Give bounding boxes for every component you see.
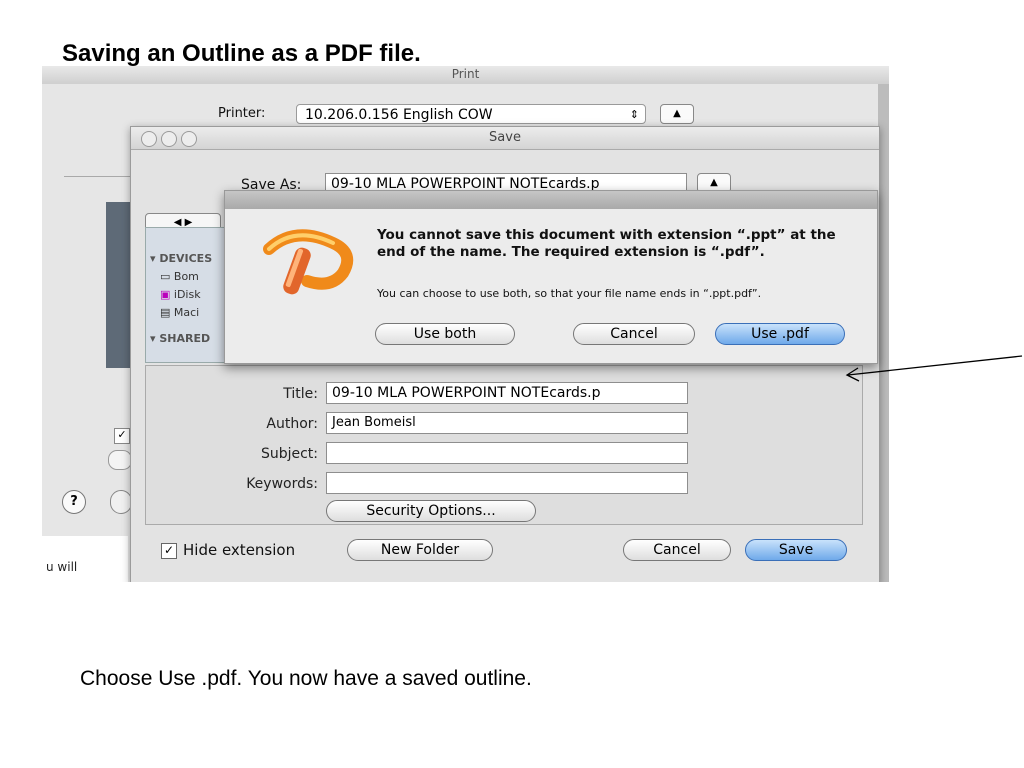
preview-edge xyxy=(106,202,130,368)
print-dialog-title: Print xyxy=(42,66,889,84)
pdf-menu-button[interactable] xyxy=(110,490,132,514)
use-both-button[interactable]: Use both xyxy=(375,323,515,345)
author-label: Author: xyxy=(266,416,318,432)
slide-title: Saving an Outline as a PDF file. xyxy=(62,40,421,67)
document-edge xyxy=(42,536,128,582)
printer-value: 10.206.0.156 English COW xyxy=(305,107,493,123)
updown-icon: ⇕ xyxy=(629,108,639,121)
subject-label: Subject: xyxy=(260,446,318,462)
title-label: Title: xyxy=(283,386,318,402)
save-dialog-title: Save xyxy=(131,127,879,150)
printer-expand-button[interactable]: ▲ xyxy=(660,104,694,124)
save-button[interactable]: Save xyxy=(745,539,847,561)
sidebar-item-idisk[interactable]: ▣ iDisk xyxy=(160,288,201,301)
print-checkbox[interactable]: ✓ xyxy=(114,428,130,444)
document-text: u will xyxy=(46,560,78,574)
laptop-icon: ▭ xyxy=(160,270,171,283)
sidebar-devices-header: ▾ DEVICES xyxy=(150,252,213,265)
sidebar-shared-header: ▾ SHARED xyxy=(150,332,211,345)
new-folder-button[interactable]: New Folder xyxy=(347,539,493,561)
print-option-button[interactable] xyxy=(108,450,132,470)
minimize-window-button[interactable] xyxy=(161,131,177,147)
use-pdf-button[interactable]: Use .pdf xyxy=(715,323,845,345)
hard-disk-icon: ▤ xyxy=(160,306,171,319)
zoom-window-button[interactable] xyxy=(181,131,197,147)
subject-field[interactable] xyxy=(326,442,688,464)
keywords-field[interactable] xyxy=(326,472,688,494)
extension-alert: You cannot save this document with exten… xyxy=(224,190,878,364)
hide-extension-label: Hide extension xyxy=(183,541,296,559)
title-field[interactable]: 09-10 MLA POWERPOINT NOTEcards.p xyxy=(326,382,688,404)
help-button[interactable]: ? xyxy=(62,490,86,514)
author-field[interactable]: Jean Bomeisl xyxy=(326,412,688,434)
sidebar-item-disk[interactable]: ▤ Maci xyxy=(160,306,199,319)
screenshot: Print Printer: 10.206.0.156 English COW … xyxy=(42,66,889,582)
alert-message: You cannot save this document with exten… xyxy=(377,227,836,260)
alert-cancel-button[interactable]: Cancel xyxy=(573,323,695,345)
metadata-panel: Title: 09-10 MLA POWERPOINT NOTEcards.p … xyxy=(145,365,863,525)
hide-extension-checkbox[interactable]: ✓ xyxy=(161,543,177,559)
powerpoint-icon xyxy=(263,229,354,295)
sidebar-item-device[interactable]: ▭ Bom xyxy=(160,270,199,283)
slide-caption: Choose Use .pdf. You now have a saved ou… xyxy=(80,667,532,690)
alert-top-bar xyxy=(225,191,877,209)
divider xyxy=(64,176,130,177)
keywords-label: Keywords: xyxy=(246,476,318,492)
idisk-icon: ▣ xyxy=(160,288,171,301)
close-window-button[interactable] xyxy=(141,131,157,147)
triangle-up-icon: ▲ xyxy=(673,108,681,119)
cancel-button[interactable]: Cancel xyxy=(623,539,731,561)
security-options-button[interactable]: Security Options... xyxy=(326,500,536,522)
triangle-up-icon: ▲ xyxy=(710,177,718,188)
printer-label: Printer: xyxy=(218,106,266,121)
printer-select[interactable]: 10.206.0.156 English COW ⇕ xyxy=(296,104,646,124)
alert-info: You can choose to use both, so that your… xyxy=(377,287,762,300)
help-icon: ? xyxy=(70,494,78,509)
